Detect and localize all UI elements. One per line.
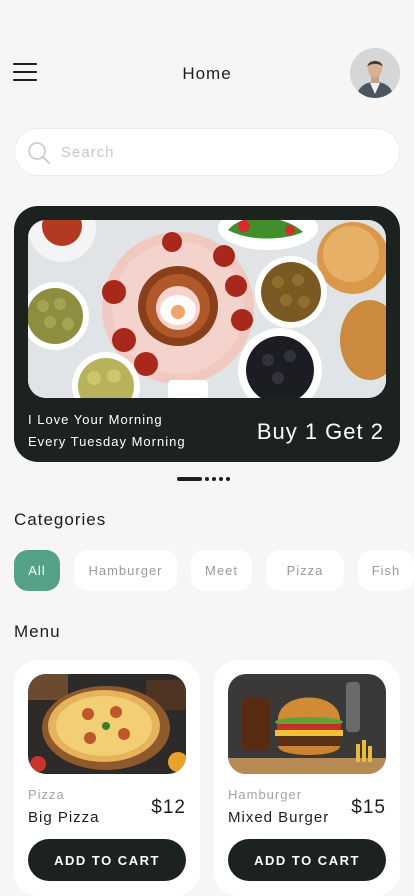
menu-item-price: $12 [151, 797, 186, 818]
header: Home [0, 0, 414, 110]
menu-item-price: $15 [351, 797, 386, 818]
menu-title: Menu [14, 622, 61, 641]
burger-image [228, 674, 386, 774]
category-chip-all[interactable]: All [14, 550, 60, 591]
menu-item-name: Mixed Burger [228, 809, 330, 826]
banner-promo: Buy 1 Get 2 [256, 419, 384, 444]
carousel-dot[interactable] [219, 476, 223, 481]
menu-item-category: Pizza [28, 787, 65, 802]
add-to-cart-button[interactable]: ADD TO CART [28, 839, 186, 881]
banner-line-1: I Love Your Morning [28, 412, 163, 427]
menu-item-category: Hamburger [228, 787, 303, 802]
menu-item-name: Big Pizza [28, 809, 100, 826]
category-chip-meet[interactable]: Meet [191, 550, 252, 591]
carousel-dot-active[interactable] [177, 476, 202, 481]
banner-line-2: Every Tuesday Morning [28, 434, 186, 449]
carousel-dot[interactable] [226, 476, 230, 481]
categories-title: Categories [14, 510, 107, 529]
carousel-dot[interactable] [212, 476, 216, 481]
category-chip-hamburger[interactable]: Hamburger [74, 550, 177, 591]
pizza-image [28, 674, 186, 774]
carousel-dot[interactable] [205, 476, 209, 481]
promo-banner[interactable]: I Love Your Morning Every Tuesday Mornin… [14, 206, 400, 462]
add-to-cart-button[interactable]: ADD TO CART [228, 839, 386, 881]
carousel-indicator [177, 476, 230, 481]
menu-card-pizza[interactable]: Pizza Big Pizza $12 ADD TO CART [14, 660, 200, 896]
search-input[interactable] [61, 137, 381, 167]
category-chips: All Hamburger Meet Pizza Fish [14, 550, 414, 592]
avatar[interactable] [350, 48, 400, 98]
category-chip-fish[interactable]: Fish [358, 550, 414, 591]
search-icon [28, 142, 50, 164]
search-bar [14, 128, 400, 176]
category-chip-pizza[interactable]: Pizza [266, 550, 344, 591]
menu-card-burger[interactable]: Hamburger Mixed Burger $15 ADD TO CART [214, 660, 400, 896]
breakfast-spread-image [28, 220, 386, 398]
